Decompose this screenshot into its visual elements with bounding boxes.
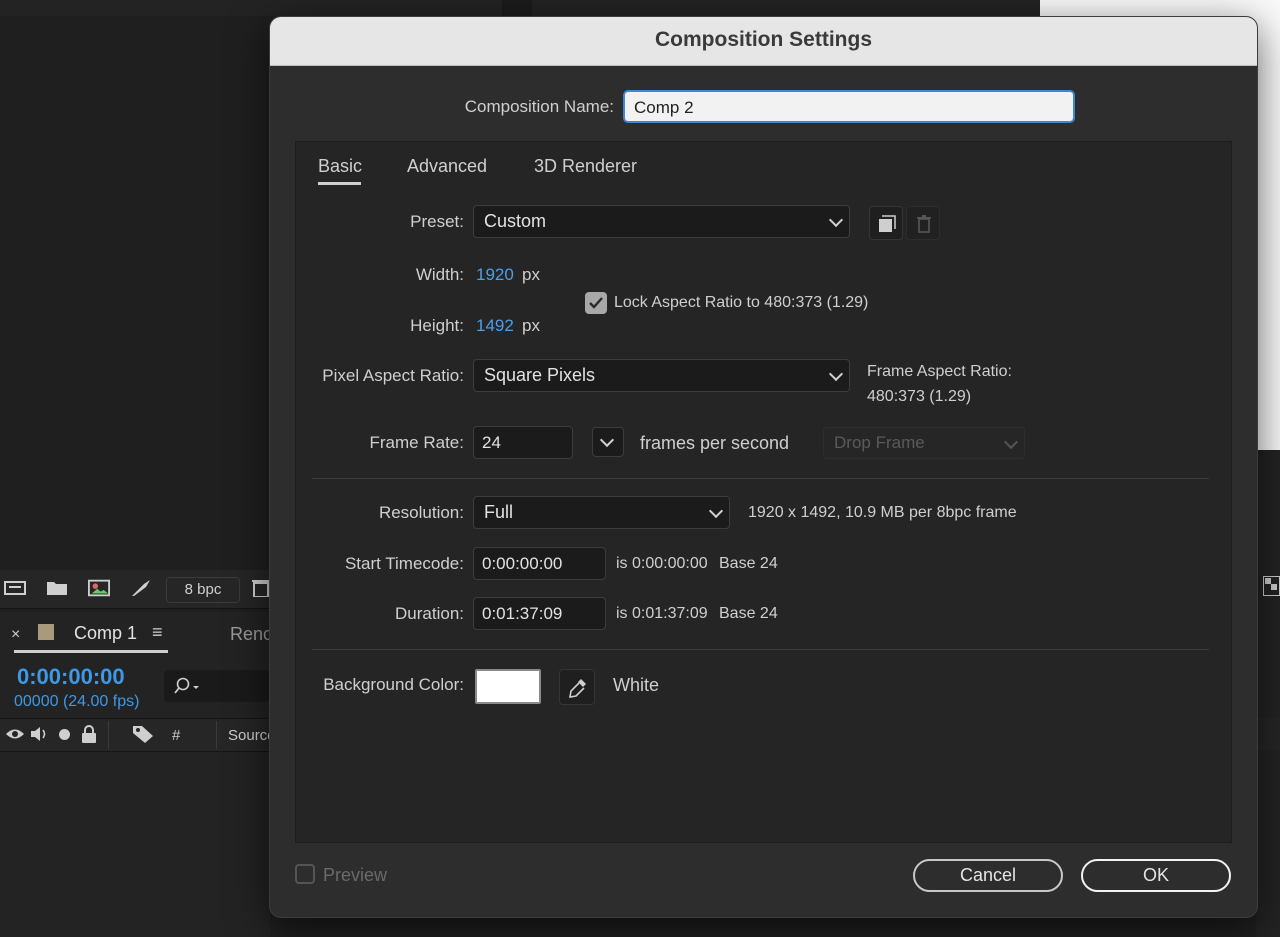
composition-name-label: Composition Name: (464, 97, 614, 116)
frame-aspect-ratio-label: Frame Aspect Ratio: (867, 363, 1012, 380)
background-color-name: White (613, 675, 660, 695)
new-composition-icon[interactable] (88, 579, 110, 597)
tab-3d-renderer[interactable]: 3D Renderer (534, 156, 637, 177)
resolution-info: 1920 x 1492, 10.9 MB per 8bpc frame (748, 504, 1017, 521)
active-tab-indicator (318, 182, 361, 185)
save-preset-button[interactable] (869, 206, 903, 240)
duration-info: is 0:01:37:09 (616, 605, 708, 622)
trash-icon (917, 215, 931, 233)
composition-settings-dialog: Composition Settings Composition Name: C… (269, 16, 1258, 918)
comp-color-swatch (38, 624, 54, 640)
tab-menu-icon[interactable]: ≡ (152, 622, 163, 643)
label-tag-icon[interactable] (132, 724, 154, 744)
frame-rate-label: Frame Rate: (369, 433, 464, 452)
lock-aspect-checkbox[interactable] (585, 292, 607, 314)
background-color-swatch[interactable] (475, 669, 541, 704)
timeline-tabs: × Comp 1 ≡ Renc (0, 612, 272, 658)
width-value[interactable]: 1920 (476, 265, 514, 285)
ok-button[interactable]: OK (1081, 859, 1231, 892)
interpret-footage-icon[interactable] (4, 579, 26, 597)
visibility-icon[interactable] (5, 727, 25, 741)
right-header-row (1256, 718, 1280, 750)
layer-header-row: # Source (0, 718, 276, 752)
height-unit: px (522, 316, 540, 335)
eyedropper-button[interactable] (559, 669, 595, 705)
duration-label: Duration: (395, 604, 464, 623)
drop-frame-value: Drop Frame (834, 433, 925, 452)
chevron-down-icon (708, 503, 724, 519)
height-label: Height: (410, 316, 464, 335)
transparency-grid-icon[interactable] (1263, 576, 1280, 596)
close-tab-icon[interactable]: × (11, 626, 20, 644)
resolution-dropdown[interactable]: Full (473, 496, 730, 529)
comp-tab-label[interactable]: Comp 1 (74, 623, 137, 644)
audio-icon[interactable] (30, 725, 50, 743)
active-tab-underline (14, 650, 168, 653)
current-frame: 00000 (24.00 fps) (14, 693, 140, 710)
render-queue-icon[interactable] (130, 579, 152, 597)
layer-number-column: # (172, 727, 181, 744)
pixel-aspect-ratio-label: Pixel Aspect Ratio: (322, 366, 464, 385)
layer-search-input[interactable] (164, 670, 270, 702)
composition-name-input[interactable]: Comp 2 (623, 90, 1075, 123)
app-divider (502, 0, 532, 16)
section-divider (312, 649, 1209, 650)
pixel-aspect-ratio-dropdown[interactable]: Square Pixels (473, 359, 850, 392)
project-toolbar: 8 bpc (0, 570, 270, 609)
checkmark-icon (589, 297, 603, 309)
background-color-label: Background Color: (323, 675, 464, 694)
start-timecode-info: is 0:00:00:00 (616, 555, 708, 572)
resolution-value: Full (484, 502, 514, 522)
duration-input[interactable]: 0:01:37:09 (473, 597, 606, 630)
drop-frame-dropdown: Drop Frame (823, 427, 1025, 459)
start-timecode-base: Base 24 (719, 555, 778, 572)
new-folder-icon[interactable] (46, 579, 68, 597)
pixel-aspect-ratio-value: Square Pixels (484, 365, 596, 385)
render-queue-tab[interactable]: Renc (230, 624, 272, 645)
tab-basic[interactable]: Basic (318, 156, 362, 177)
start-timecode-label: Start Timecode: (344, 554, 464, 573)
search-icon (174, 677, 199, 694)
height-value[interactable]: 1492 (476, 316, 514, 336)
lock-aspect-label[interactable]: Lock Aspect Ratio to 480:373 (1.29) (614, 294, 868, 312)
preview-label[interactable]: Preview (323, 865, 387, 886)
frame-rate-presets-button[interactable] (592, 427, 624, 457)
section-divider (312, 478, 1209, 479)
chevron-down-icon (828, 212, 844, 228)
chevron-down-icon (828, 366, 844, 382)
timeline-right-panel (1256, 450, 1280, 937)
preview-checkbox[interactable] (295, 864, 315, 884)
lock-icon[interactable] (81, 724, 97, 744)
chevron-down-icon (599, 432, 615, 448)
start-timecode-input[interactable]: 0:00:00:00 (473, 547, 606, 580)
eyedropper-icon (569, 679, 586, 698)
frame-rate-unit: frames per second (640, 433, 790, 453)
duration-base: Base 24 (719, 605, 778, 622)
cancel-button[interactable]: Cancel (913, 859, 1063, 892)
dialog-title: Composition Settings (270, 17, 1257, 66)
delete-preset-button[interactable] (906, 206, 940, 240)
bit-depth-button[interactable]: 8 bpc (166, 577, 240, 603)
solo-icon[interactable] (59, 729, 70, 740)
resolution-label: Resolution: (378, 503, 464, 522)
width-label: Width: (415, 265, 464, 284)
width-unit: px (522, 265, 540, 284)
settings-panel: Basic Advanced 3D Renderer Preset: Custo… (295, 141, 1232, 843)
frame-rate-input[interactable]: 24 (473, 426, 573, 459)
current-timecode[interactable]: 0:00:00:00 (17, 664, 125, 690)
column-divider (216, 721, 217, 749)
preset-dropdown[interactable]: Custom (473, 205, 850, 238)
frame-aspect-ratio-value: 480:373 (1.29) (867, 388, 972, 405)
preset-label: Preset: (410, 212, 464, 231)
save-preset-icon (879, 215, 896, 232)
preset-value: Custom (484, 211, 547, 231)
column-divider (108, 721, 109, 749)
chevron-down-icon (1003, 434, 1019, 450)
tab-advanced[interactable]: Advanced (407, 156, 487, 177)
